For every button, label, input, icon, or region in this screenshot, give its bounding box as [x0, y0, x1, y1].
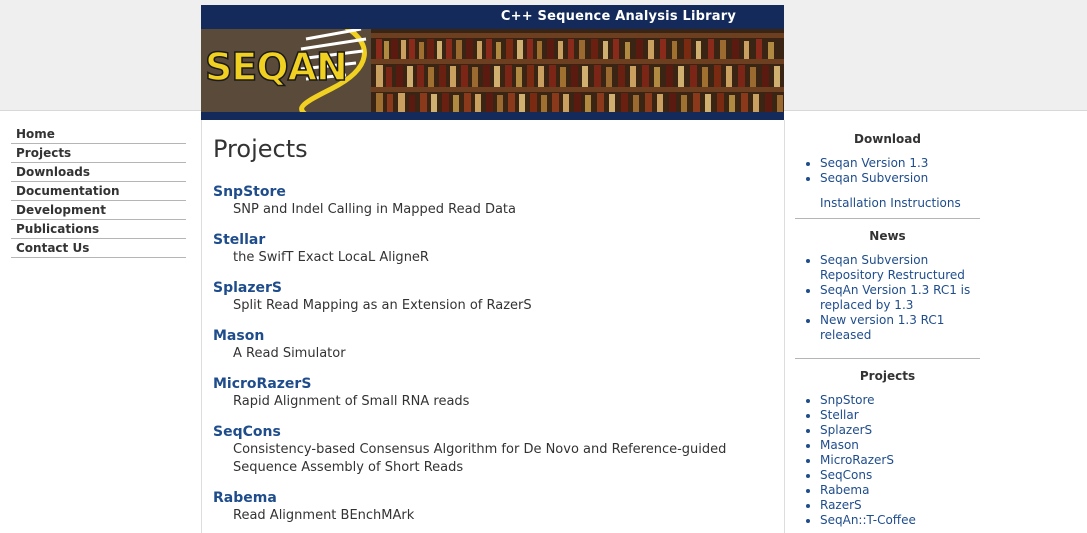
project-description: Rapid Alignment of Small RNA reads — [233, 394, 470, 409]
sidebar-projects-list: SnpStore Stellar SplazerS Mason MicroRaz… — [795, 393, 980, 528]
download-link[interactable]: Seqan Version 1.3 — [820, 156, 928, 170]
project-description: Split Read Mapping as an Extension of Ra… — [233, 298, 532, 313]
sidebar-project-link[interactable]: Mason — [820, 438, 859, 452]
list-item: Stellar — [820, 408, 980, 423]
project-link-splazers[interactable]: SplazerS — [213, 279, 773, 297]
project-description: Consistency-based Consensus Algorithm fo… — [233, 442, 727, 475]
list-item: SnpStore — [820, 393, 980, 408]
list-item: SeqCons — [820, 468, 980, 483]
project-link-stellar[interactable]: Stellar — [213, 231, 773, 249]
divider — [795, 358, 980, 359]
list-item: New version 1.3 RC1 released — [820, 313, 980, 343]
project-item: SplazerS Split Read Mapping as an Extens… — [213, 279, 773, 315]
nav-downloads[interactable]: Downloads — [11, 163, 186, 182]
news-list: Seqan Subversion Repository Restructured… — [795, 253, 980, 343]
seqan-logo[interactable]: SEQAN — [204, 44, 348, 90]
list-item: Seqan Subversion — [820, 171, 980, 186]
news-heading: News — [869, 229, 906, 243]
list-item: SeqAn::T-Coffee — [820, 513, 980, 528]
project-description: the SwifT Exact LocaL AligneR — [233, 250, 429, 265]
divider — [795, 218, 980, 219]
project-description: SNP and Indel Calling in Mapped Read Dat… — [233, 202, 516, 217]
nav-publications[interactable]: Publications — [11, 220, 186, 239]
list-item: Rabema — [820, 483, 980, 498]
list-item: MicroRazerS — [820, 453, 980, 468]
nav-projects[interactable]: Projects — [11, 144, 186, 163]
nav-contact-us[interactable]: Contact Us — [11, 239, 186, 258]
news-link[interactable]: SeqAn Version 1.3 RC1 is replaced by 1.3 — [820, 283, 970, 312]
header-tagline: C++ Sequence Analysis Library — [500, 9, 736, 24]
project-link-snpstore[interactable]: SnpStore — [213, 183, 773, 201]
project-link-mason[interactable]: Mason — [213, 327, 773, 345]
nav-documentation[interactable]: Documentation — [11, 182, 186, 201]
project-item: SnpStore SNP and Indel Calling in Mapped… — [213, 183, 773, 219]
project-item: MicroRazerS Rapid Alignment of Small RNA… — [213, 375, 773, 411]
project-item: Rabema Read Alignment BEnchMArk — [213, 489, 773, 525]
sidebar-project-link[interactable]: SnpStore — [820, 393, 875, 407]
list-item: SeqAn Version 1.3 RC1 is replaced by 1.3 — [820, 283, 980, 313]
project-link-microrazers[interactable]: MicroRazerS — [213, 375, 773, 393]
installation-instructions-link[interactable]: Installation Instructions — [795, 196, 980, 210]
sidebar-project-link[interactable]: SeqCons — [820, 468, 872, 482]
list-item: SplazerS — [820, 423, 980, 438]
project-description: Read Alignment BEnchMArk — [233, 508, 415, 523]
site-header: C++ Sequence Analysis Library SEQAN — [201, 5, 784, 120]
list-item: Mason — [820, 438, 980, 453]
news-link[interactable]: Seqan Subversion Repository Restructured — [820, 253, 965, 282]
project-item: Mason A Read Simulator — [213, 327, 773, 363]
left-navigation: Home Projects Downloads Documentation De… — [11, 125, 186, 258]
sidebar-project-link[interactable]: Rabema — [820, 483, 869, 497]
sidebar-project-link[interactable]: MicroRazerS — [820, 453, 894, 467]
nav-home[interactable]: Home — [11, 125, 186, 144]
project-item: SeqCons Consistency-based Consensus Algo… — [213, 423, 773, 477]
download-link[interactable]: Seqan Subversion — [820, 171, 928, 185]
right-sidebar: Download Seqan Version 1.3 Seqan Subvers… — [795, 128, 980, 528]
download-list: Seqan Version 1.3 Seqan Subversion — [795, 156, 980, 186]
header-footer-bar — [201, 112, 784, 120]
project-link-rabema[interactable]: Rabema — [213, 489, 773, 507]
project-description: A Read Simulator — [233, 346, 346, 361]
list-item: Seqan Version 1.3 — [820, 156, 980, 171]
download-heading: Download — [854, 132, 921, 146]
list-item: RazerS — [820, 498, 980, 513]
news-link[interactable]: New version 1.3 RC1 released — [820, 313, 944, 342]
list-item: Seqan Subversion Repository Restructured — [820, 253, 980, 283]
sidebar-project-link[interactable]: RazerS — [820, 498, 862, 512]
page-title: Projects — [213, 135, 308, 163]
project-link-seqcons[interactable]: SeqCons — [213, 423, 773, 441]
project-item: Stellar the SwifT Exact LocaL AligneR — [213, 231, 773, 267]
projects-heading: Projects — [859, 369, 916, 383]
project-list: SnpStore SNP and Indel Calling in Mapped… — [213, 183, 773, 533]
sidebar-project-link[interactable]: SplazerS — [820, 423, 872, 437]
main-content: Projects SnpStore SNP and Indel Calling … — [201, 120, 785, 533]
header-tagline-bar: C++ Sequence Analysis Library — [201, 5, 784, 29]
nav-development[interactable]: Development — [11, 201, 186, 220]
sidebar-project-link[interactable]: SeqAn::T-Coffee — [820, 513, 916, 527]
sidebar-project-link[interactable]: Stellar — [820, 408, 859, 422]
